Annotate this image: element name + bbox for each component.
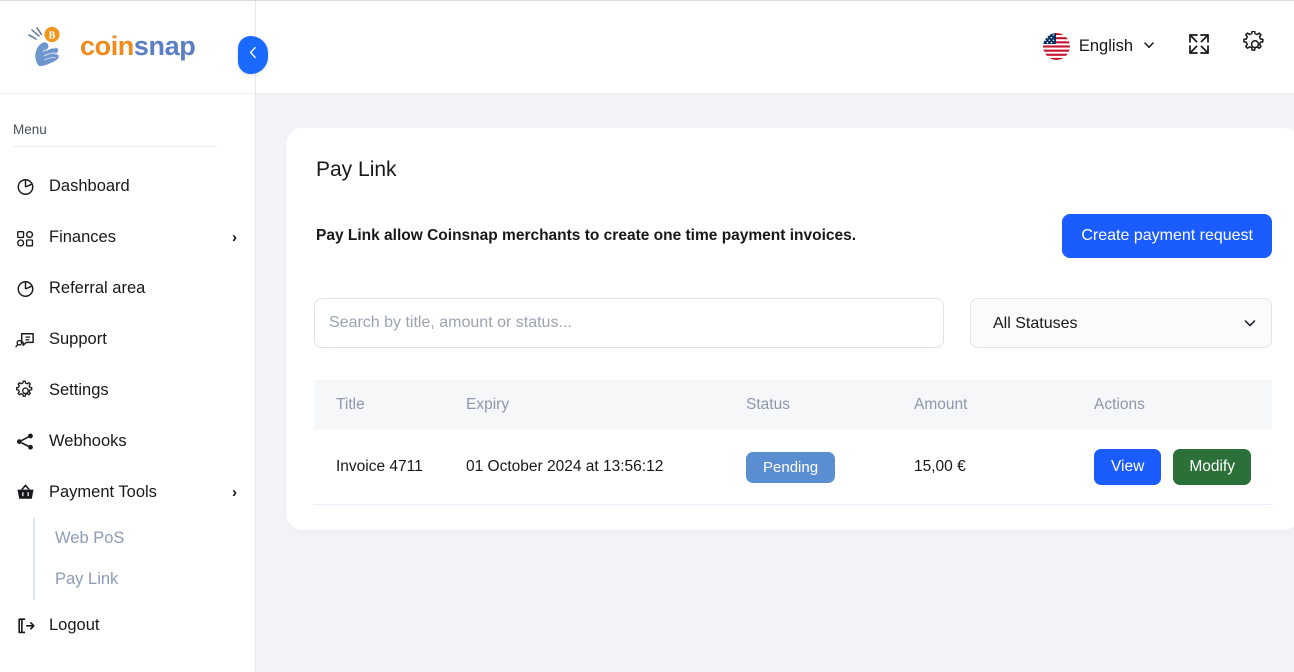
- status-badge: Pending: [746, 451, 836, 483]
- table-body: Invoice 4711 01 October 2024 at 13:56:12…: [314, 430, 1272, 505]
- basket-icon: [14, 482, 36, 504]
- gear-icon: [1242, 30, 1268, 62]
- chevron-right-icon: ›: [232, 484, 237, 501]
- sidebar-item-label: Support: [49, 330, 107, 348]
- topbar: English: [256, 0, 1294, 94]
- column-header-amount: Amount: [914, 396, 968, 413]
- hand-flipping-bitcoin-coin-icon: B: [26, 24, 72, 70]
- share-nodes-icon: [14, 431, 36, 453]
- pay-link-table: Title Expiry Status Amount Actions Invoi…: [314, 380, 1272, 505]
- pay-link-card: Pay Link Pay Link allow Coinsnap merchan…: [286, 128, 1294, 530]
- table-head: Title Expiry Status Amount Actions: [314, 380, 1272, 430]
- chevron-down-icon: [1142, 38, 1156, 55]
- sidebar-item-label: Settings: [49, 381, 109, 399]
- sidebar-item-dashboard[interactable]: Dashboard: [0, 161, 255, 212]
- browser-top-edge: [0, 0, 1294, 1]
- svg-text:B: B: [49, 30, 56, 41]
- us-flag-icon: [1042, 33, 1070, 60]
- fullscreen-button[interactable]: [1186, 31, 1212, 62]
- app-root: B coinsnap Menu Dashboard Finances › Ref…: [0, 0, 1294, 672]
- search-input[interactable]: [314, 298, 944, 348]
- column-header-status: Status: [746, 396, 790, 413]
- sidebar-item-label: Payment Tools: [49, 483, 157, 501]
- brand-name-part1: coin: [80, 31, 134, 61]
- cell-amount: 15,00 €: [914, 430, 1094, 505]
- language-selector[interactable]: English: [1042, 33, 1156, 60]
- brand-name-part2: snap: [133, 31, 196, 61]
- view-button[interactable]: View: [1094, 449, 1162, 485]
- chat-bubble-icon: [14, 329, 36, 351]
- brand-logo[interactable]: B coinsnap: [0, 0, 255, 94]
- cell-expiry: 01 October 2024 at 13:56:12: [466, 430, 746, 505]
- sidebar-item-label: Finances: [49, 228, 116, 246]
- logout-icon: [14, 615, 36, 637]
- chevron-left-icon: [247, 46, 260, 64]
- gear-icon: [14, 380, 36, 402]
- card-header-row: Pay Link allow Coinsnap merchants to cre…: [314, 214, 1272, 258]
- sidebar-item-label: Dashboard: [49, 177, 130, 195]
- settings-button[interactable]: [1242, 30, 1268, 62]
- sidebar-submenu-payment-tools: Web PoS Pay Link: [33, 518, 255, 600]
- pie-chart-icon: [14, 278, 36, 300]
- sidebar-item-payment-tools[interactable]: Payment Tools ›: [0, 467, 255, 518]
- sidebar-item-label: Referral area: [49, 279, 146, 297]
- sidebar-item-referral-area[interactable]: Referral area: [0, 263, 255, 314]
- chevron-right-icon: ›: [232, 229, 237, 246]
- sidebar: B coinsnap Menu Dashboard Finances › Ref…: [0, 0, 268, 672]
- content-area: Pay Link Pay Link allow Coinsnap merchan…: [256, 94, 1294, 672]
- page-title: Pay Link: [316, 158, 397, 181]
- sidebar-item-webhooks[interactable]: Webhooks: [0, 416, 255, 467]
- sidebar-item-logout[interactable]: Logout: [0, 600, 255, 651]
- create-payment-request-button[interactable]: Create payment request: [1062, 214, 1272, 258]
- sidebar-item-pay-link[interactable]: Pay Link: [35, 559, 255, 600]
- sidebar-nav: Dashboard Finances › Referral area Suppo…: [0, 147, 255, 651]
- sidebar-item-label: Logout: [49, 616, 100, 634]
- status-filter-wrap: All Statuses: [970, 298, 1272, 348]
- main-region: English Pay Link Pay Link allow Coinsnap…: [256, 0, 1294, 672]
- language-label: English: [1078, 37, 1133, 55]
- brand-name: coinsnap: [80, 31, 196, 62]
- grid-icon: [14, 227, 36, 249]
- table-header-row: Title Expiry Status Amount Actions: [314, 380, 1272, 430]
- filters-row: All Statuses: [314, 298, 1272, 348]
- sidebar-collapse-button[interactable]: [238, 36, 268, 74]
- sidebar-item-settings[interactable]: Settings: [0, 365, 255, 416]
- page-description: Pay Link allow Coinsnap merchants to cre…: [316, 227, 857, 244]
- table-row: Invoice 4711 01 October 2024 at 13:56:12…: [314, 430, 1272, 505]
- pie-chart-icon: [14, 176, 36, 198]
- column-header-actions: Actions: [1094, 396, 1145, 413]
- expand-fullscreen-icon: [1186, 31, 1212, 62]
- sidebar-item-web-pos[interactable]: Web PoS: [35, 518, 255, 559]
- column-header-title: Title: [336, 396, 365, 413]
- sidebar-item-label: Webhooks: [49, 432, 127, 450]
- modify-button[interactable]: Modify: [1173, 449, 1251, 485]
- sidebar-item-support[interactable]: Support: [0, 314, 255, 365]
- sidebar-item-finances[interactable]: Finances ›: [0, 212, 255, 263]
- sidebar-section-label: Menu: [13, 122, 47, 137]
- column-header-expiry: Expiry: [466, 396, 510, 413]
- cell-status: Pending: [746, 430, 914, 505]
- row-actions: View Modify: [1094, 449, 1272, 485]
- status-filter-select[interactable]: All Statuses: [970, 298, 1272, 348]
- cell-actions: View Modify: [1094, 430, 1272, 505]
- cell-title: Invoice 4711: [314, 430, 466, 505]
